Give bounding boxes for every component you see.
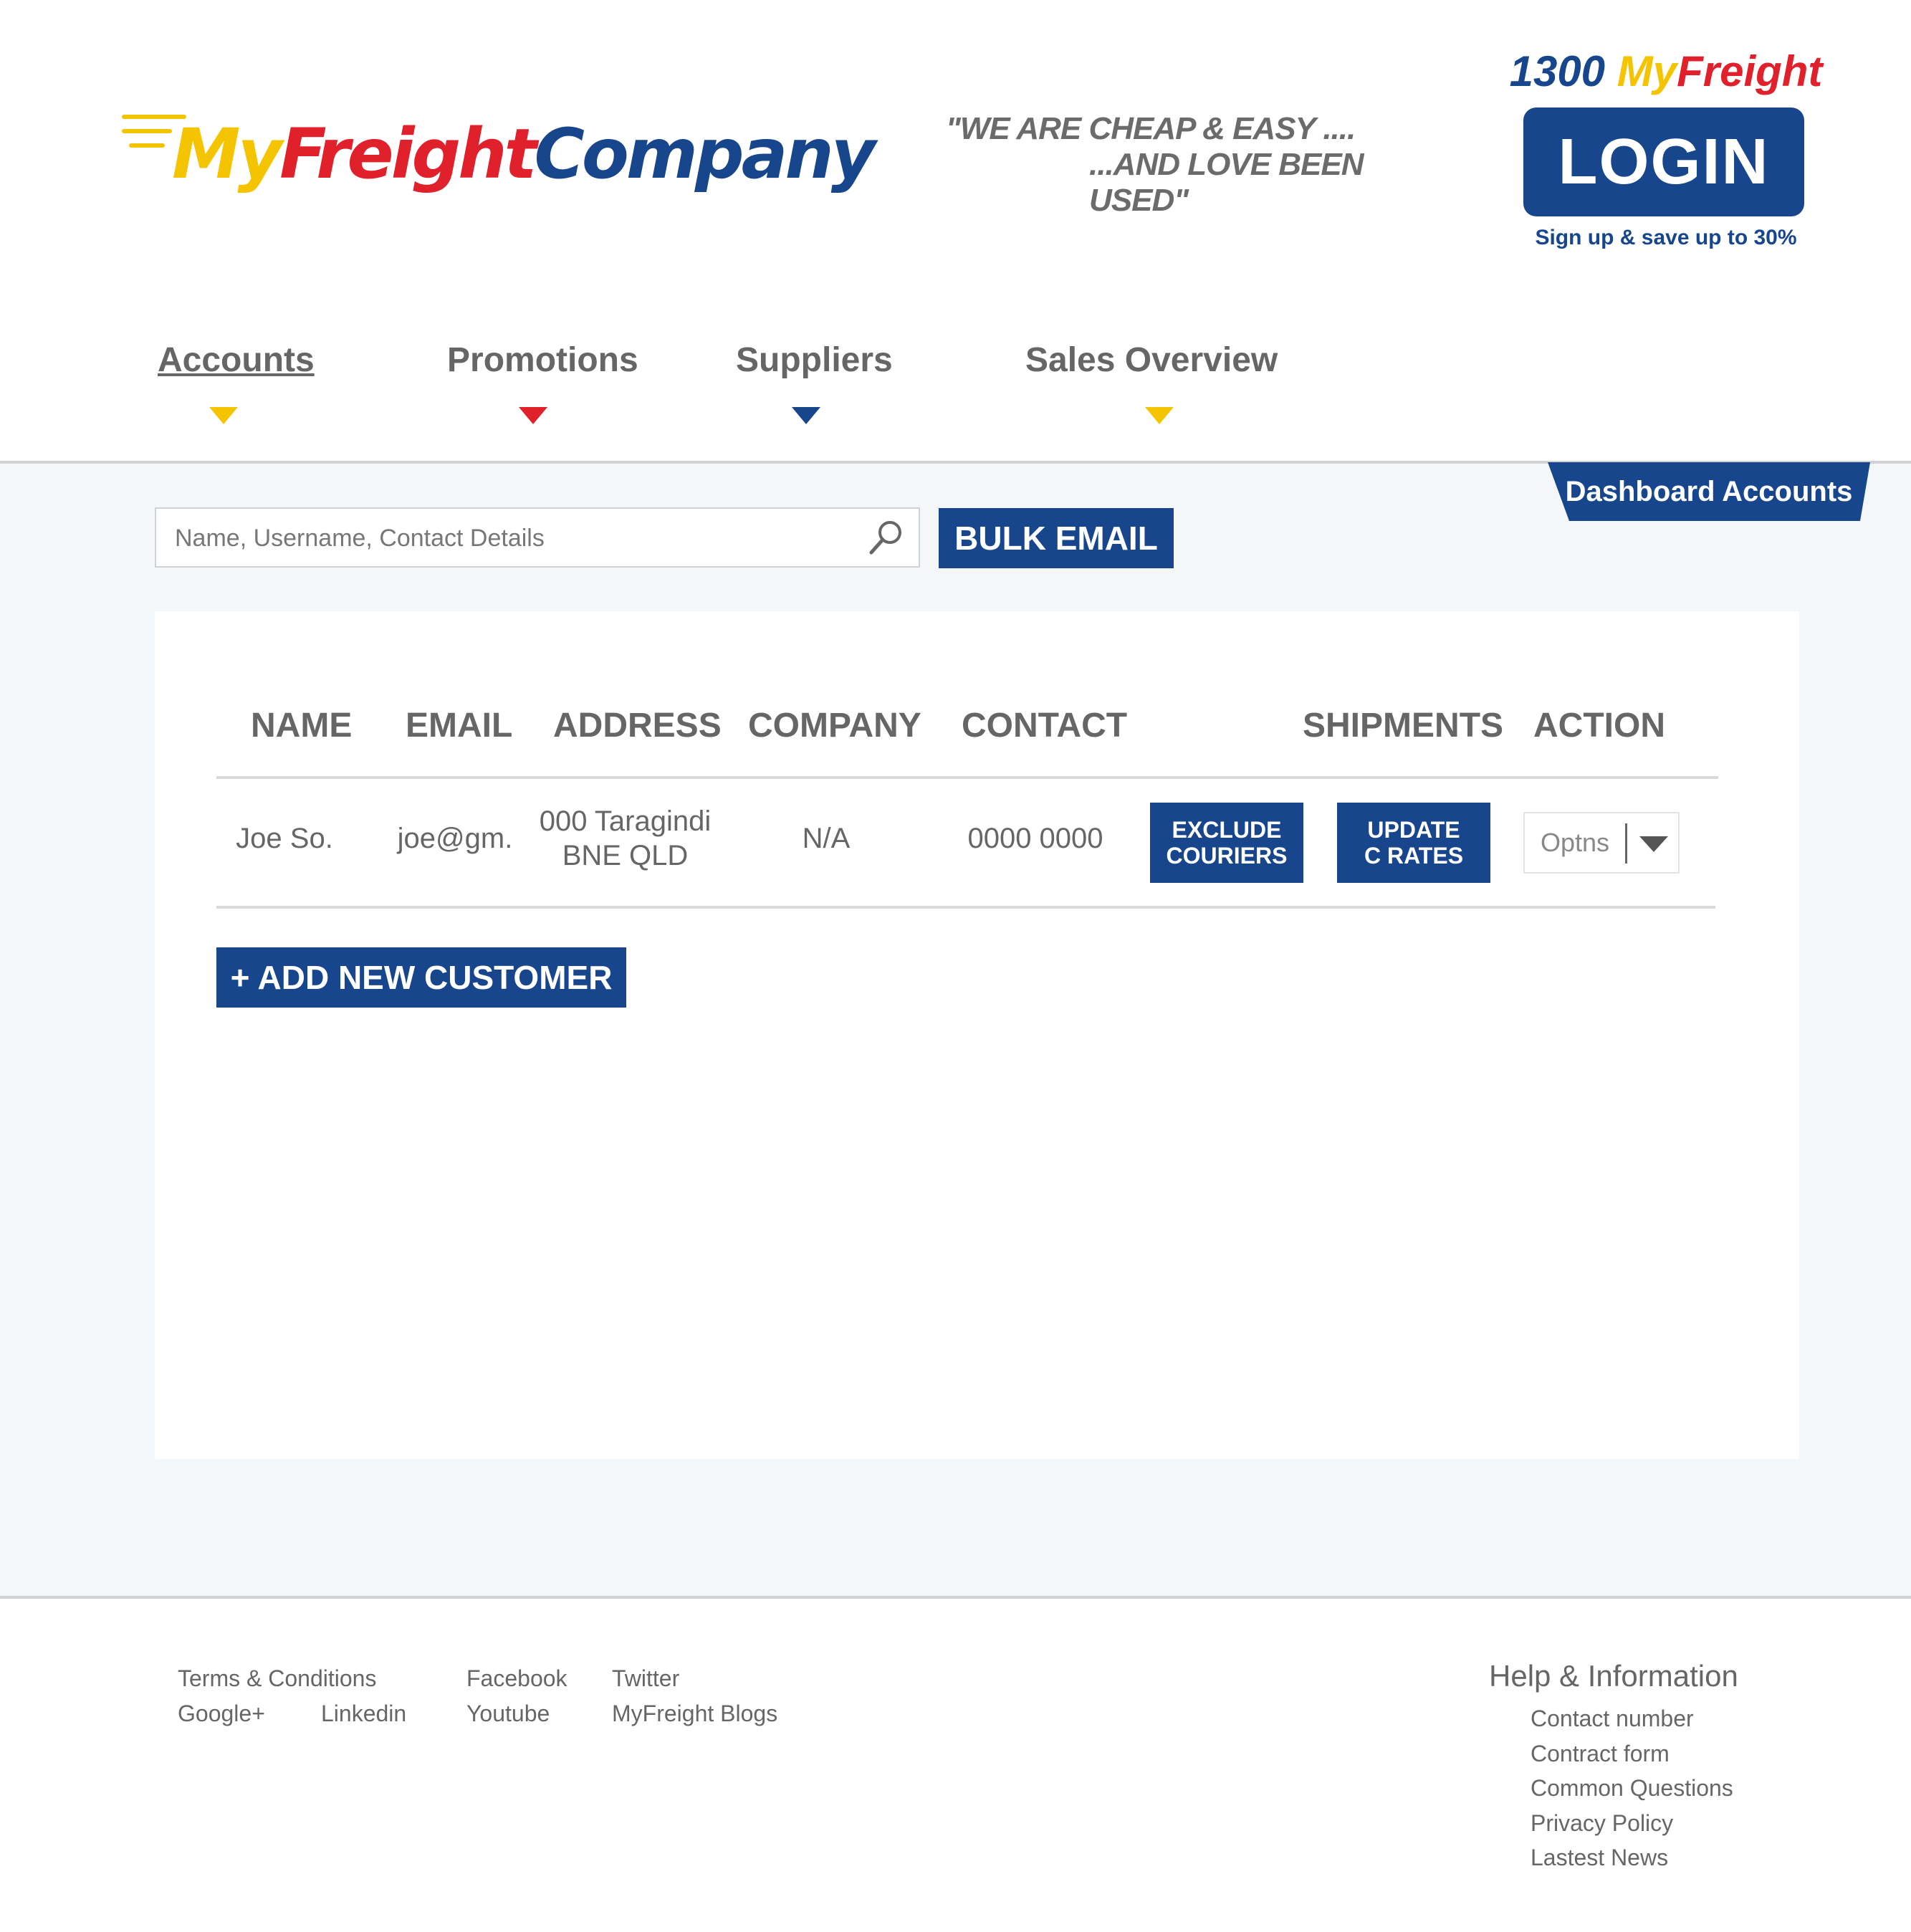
- nav-item-promotions[interactable]: Promotions: [447, 340, 638, 380]
- search-input[interactable]: [173, 509, 850, 568]
- nav-accounts-marker-icon: [209, 407, 238, 424]
- site-header: MyFreightCompany "WE ARE CHEAP & EASY ..…: [0, 0, 1911, 462]
- nav-item-suppliers[interactable]: Suppliers: [736, 340, 893, 380]
- column-header-company: COMPANY: [748, 707, 921, 745]
- logo-my: My: [172, 114, 282, 194]
- logo-text: MyFreightCompany: [172, 107, 876, 201]
- tagline-line-1: "WE ARE CHEAP & EASY ....: [946, 111, 1356, 146]
- cell-address-line-1: 000 Taragindi: [539, 805, 712, 837]
- nav-item-accounts[interactable]: Accounts: [158, 340, 315, 380]
- search-box: [155, 507, 920, 568]
- phone-number[interactable]: 1300 MyFreight: [1505, 47, 1827, 96]
- dashboard-tab-label: Dashboard Accounts: [1565, 476, 1853, 507]
- update-c-rates-button[interactable]: UPDATE C RATES: [1337, 803, 1490, 883]
- nav-suppliers-marker-icon: [792, 407, 820, 424]
- tagline-line-2: ...AND LOVE BEEN USED": [1089, 147, 1364, 218]
- footer-link-facebook[interactable]: Facebook: [466, 1665, 567, 1692]
- dashboard-accounts-tab[interactable]: Dashboard Accounts: [1548, 462, 1870, 521]
- update-rates-label-2: C RATES: [1364, 843, 1464, 869]
- column-header-email: EMAIL: [406, 707, 513, 745]
- exclude-couriers-label-2: COURIERS: [1166, 843, 1288, 869]
- footer-divider: [0, 1596, 1911, 1599]
- cell-contact: 0000 0000: [967, 823, 1103, 854]
- search-icon[interactable]: [866, 517, 906, 558]
- cell-address: 000 Taragindi BNE QLD: [530, 804, 720, 873]
- nav-item-sales-overview[interactable]: Sales Overview: [1025, 340, 1278, 380]
- footer-link-youtube[interactable]: Youtube: [466, 1701, 550, 1727]
- footer-link-myfreight-blogs[interactable]: MyFreight Blogs: [612, 1701, 777, 1727]
- chevron-down-icon[interactable]: [1639, 836, 1668, 852]
- tagline: "WE ARE CHEAP & EASY .... ...AND LOVE BE…: [946, 111, 1447, 219]
- column-header-contact: CONTACT: [962, 707, 1128, 745]
- footer-help-contact-number[interactable]: Contact number: [1531, 1706, 1694, 1732]
- footer-link-twitter[interactable]: Twitter: [612, 1665, 679, 1692]
- cell-name: Joe So.: [236, 823, 333, 854]
- login-button[interactable]: LOGIN: [1523, 107, 1804, 216]
- footer-help-title: Help & Information: [1489, 1659, 1738, 1693]
- footer-help-privacy-policy[interactable]: Privacy Policy: [1531, 1810, 1673, 1837]
- exclude-couriers-label-1: EXCLUDE: [1172, 817, 1282, 843]
- cell-email: joe@gm.: [397, 823, 513, 854]
- logo-freight: Freight: [279, 114, 537, 194]
- phone-digits: 1300: [1509, 47, 1617, 95]
- company-logo[interactable]: MyFreightCompany: [122, 107, 876, 201]
- table-header-divider: [216, 776, 1718, 779]
- footer-help-common-questions[interactable]: Common Questions: [1531, 1775, 1733, 1802]
- phone-my: My: [1617, 47, 1677, 95]
- add-new-customer-button[interactable]: + ADD NEW CUSTOMER: [216, 947, 626, 1008]
- select-separator: [1625, 823, 1627, 864]
- bulk-email-button[interactable]: BULK EMAIL: [939, 508, 1174, 568]
- footer-link-linkedin[interactable]: Linkedin: [321, 1701, 406, 1727]
- update-rates-label-1: UPDATE: [1367, 817, 1460, 843]
- nav-promotions-marker-icon: [519, 407, 547, 424]
- logo-company: Company: [534, 114, 876, 194]
- column-header-name: NAME: [251, 707, 353, 745]
- footer-link-terms[interactable]: Terms & Conditions: [178, 1665, 376, 1692]
- exclude-couriers-button[interactable]: EXCLUDE COURIERS: [1150, 803, 1303, 883]
- column-header-address: ADDRESS: [553, 707, 722, 745]
- cell-address-line-2: BNE QLD: [562, 840, 689, 871]
- signup-link[interactable]: Sign up & save up to 30%: [1505, 226, 1827, 250]
- table-row-divider: [216, 906, 1715, 909]
- column-header-shipments: SHIPMENTS: [1303, 707, 1504, 745]
- footer-link-google[interactable]: Google+: [178, 1701, 265, 1727]
- footer-help-latest-news[interactable]: Lastest News: [1531, 1845, 1668, 1871]
- action-options-select[interactable]: Optns: [1523, 812, 1680, 874]
- phone-freight: Freight: [1677, 47, 1823, 95]
- column-header-action: ACTION: [1533, 707, 1665, 745]
- nav-sales-overview-marker-icon: [1145, 407, 1174, 424]
- footer-help-contract-form[interactable]: Contract form: [1531, 1741, 1670, 1767]
- action-select-value: Optns: [1541, 828, 1610, 857]
- cell-company: N/A: [802, 823, 851, 854]
